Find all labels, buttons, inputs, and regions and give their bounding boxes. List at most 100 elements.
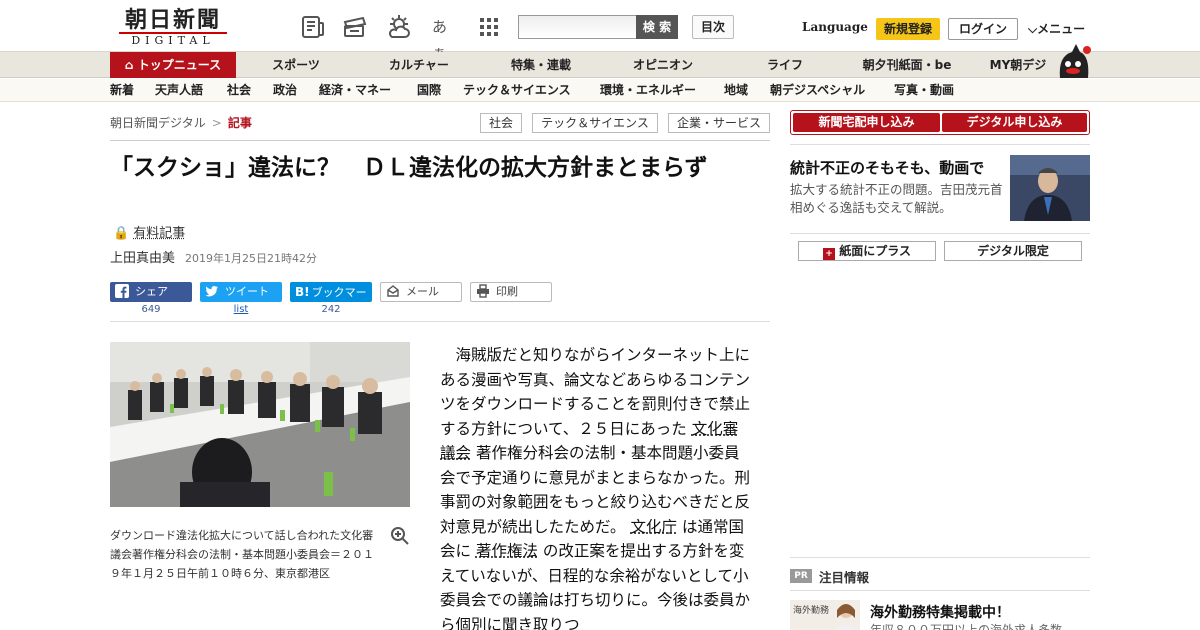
paper-plus-label: 紙面にプラス (839, 244, 911, 258)
mail-icon (387, 285, 399, 297)
logo-japanese: 朝日新聞 (124, 7, 221, 33)
divider (110, 321, 770, 322)
subnav-tech-science[interactable]: テック＆サイエンス (463, 79, 571, 102)
mascot-icon[interactable] (1056, 42, 1092, 78)
facebook-share-button[interactable]: シェア (110, 282, 192, 302)
promo-title[interactable]: 統計不正のそもそも、動画で (790, 157, 984, 178)
tag-tech-science[interactable]: テック＆サイエンス (532, 113, 658, 133)
promo-description: 拡大する統計不正の問題。吉田茂元首相めぐる逸話も交えて解説。 (790, 182, 1003, 215)
divider (790, 233, 1090, 234)
table-of-contents-button[interactable]: 目次 (692, 15, 734, 39)
cat-culture[interactable]: カルチャー (374, 52, 464, 78)
search-input[interactable] (518, 15, 636, 39)
byline: 上田真由美 2019年1月25日21時42分 (110, 247, 317, 266)
term-link-bunkacho[interactable]: 文化庁 (630, 518, 677, 536)
cat-newspaper-be[interactable]: 朝夕刊紙面・be (852, 52, 962, 78)
divider (790, 144, 1090, 145)
subnav-latest[interactable]: 新着 (110, 79, 134, 102)
digital-subscribe-button[interactable]: デジタル申し込み (942, 113, 1087, 132)
hatena-bookmark-button[interactable]: B! ブックマーク (290, 282, 372, 319)
subnav-politics[interactable]: 政治 (273, 79, 297, 102)
cat-life[interactable]: ライフ (752, 52, 818, 78)
menu-label: メニュー (1037, 22, 1086, 36)
twitter-list-link[interactable]: list (200, 304, 282, 315)
subnav-economy[interactable]: 経済・マネー (319, 79, 391, 102)
hatena-bookmark-icon: B! (295, 285, 310, 299)
breadcrumb-separator: > (211, 116, 222, 130)
article-photo[interactable] (110, 342, 410, 507)
subnav-special[interactable]: 朝デジスペシャル (770, 79, 865, 102)
zoom-icon[interactable] (390, 526, 410, 546)
divider (790, 557, 1090, 558)
tag-society[interactable]: 社会 (480, 113, 522, 133)
facebook-share-label: シェア (135, 285, 168, 298)
breadcrumb: 朝日新聞デジタル > 記事 (110, 114, 252, 131)
subscribe-box: 新聞宅配申し込み デジタル申し込み (790, 110, 1090, 135)
ad-subtitle: 年収８００万円以上の海外求人多数 (870, 623, 1063, 630)
cat-label: トップニュース (137, 58, 222, 72)
ticket-icon[interactable] (342, 14, 368, 40)
hatena-bookmark-count: 242 (321, 304, 341, 315)
cat-sports[interactable]: スポーツ (256, 52, 336, 78)
term-link-copyright-law[interactable]: 著作権法 (476, 542, 538, 560)
ad-thumbnail-text: 海外勤務 (793, 606, 830, 616)
pr-badge: PR (790, 569, 812, 583)
article-body: 海賊版だと知りながらインターネット上にある漫画や写真、論文などあらゆるコンテンツ… (440, 343, 750, 630)
cat-top-news[interactable]: ⌂ トップニュース (110, 52, 236, 78)
digital-only-button[interactable]: デジタル限定 (944, 241, 1082, 261)
breadcrumb-current: 記事 (227, 116, 252, 130)
print-label: 印刷 (496, 285, 518, 298)
promo-thumbnail[interactable] (1010, 155, 1090, 221)
subnav-region[interactable]: 地域 (724, 79, 748, 102)
breadcrumb-root[interactable]: 朝日新聞デジタル (110, 116, 206, 130)
newspaper-icon[interactable] (300, 14, 326, 40)
lock-icon: 🔒 (113, 226, 130, 241)
category-nav: ⌂ トップニュース スポーツ カルチャー 特集・連載 オピニオン ライフ 朝夕刊… (0, 52, 1200, 78)
subnav-society[interactable]: 社会 (227, 79, 251, 102)
mail-share-button[interactable]: メール (380, 282, 462, 302)
grid-menu-icon[interactable] (476, 14, 502, 40)
logo-english: DIGITAL (119, 32, 227, 48)
paper-plus-button[interactable]: + 紙面にプラス (798, 241, 936, 261)
site-header: 朝日新聞 DIGITAL あぁ 検 索 目次 Language 新規登録 ログイ… (0, 0, 1200, 62)
article-title: 「スクショ」違法に？ ＤＬ違法化の拡大方針まとまらず (110, 155, 708, 181)
login-button[interactable]: ログイン (948, 18, 1018, 40)
facebook-icon (115, 284, 129, 298)
font-size-icon[interactable]: あぁ (432, 14, 458, 62)
divider (790, 590, 1090, 591)
language-link[interactable]: Language (802, 20, 868, 34)
divider (110, 140, 770, 141)
menu-button[interactable]: ⌵メニュー (1028, 20, 1085, 37)
subnav-tenseijingo[interactable]: 天声人語 (155, 79, 203, 102)
photo-caption: ダウンロード違法化拡大について話し合われた文化審議会著作権分科会の法制・基本問題… (110, 529, 374, 580)
cat-features[interactable]: 特集・連載 (496, 52, 586, 78)
search-button[interactable]: 検 索 (636, 15, 678, 39)
sub-nav: 新着 天声人語 社会 政治 経済・マネー 国際 テック＆サイエンス 環境・エネル… (0, 79, 1200, 102)
cat-my-asahi[interactable]: MY朝デジ (980, 52, 1056, 78)
subnav-international[interactable]: 国際 (417, 79, 441, 102)
home-icon: ⌂ (124, 58, 138, 72)
facebook-share-count: 649 (141, 304, 161, 315)
chevron-down-icon: ⌵ (1028, 22, 1038, 36)
twitter-tweet-label: ツイート (225, 285, 269, 298)
plus-logo-icon: + (823, 248, 836, 260)
paid-article-badge: 🔒 有料記事 (113, 222, 185, 241)
twitter-tweet-button[interactable]: ツイート (200, 282, 282, 302)
ad-title[interactable]: 海外勤務特集掲載中！ (870, 602, 1010, 622)
ad-thumbnail[interactable]: 海外勤務 (790, 600, 860, 630)
publish-date: 2019年1月25日21時42分 (185, 252, 317, 265)
register-button[interactable]: 新規登録 (876, 18, 940, 40)
newspaper-subscribe-button[interactable]: 新聞宅配申し込み (793, 113, 940, 132)
subnav-environment[interactable]: 環境・エネルギー (600, 79, 696, 102)
asahi-digital-logo[interactable]: 朝日新聞 DIGITAL (113, 8, 233, 48)
paid-label[interactable]: 有料記事 (133, 226, 185, 241)
printer-icon (477, 284, 489, 298)
mail-share-label: メール (406, 285, 439, 298)
pr-heading: 注目情報 (819, 570, 870, 585)
tag-business[interactable]: 企業・サービス (668, 113, 770, 133)
subnav-photo-video[interactable]: 写真・動画 (894, 79, 954, 102)
weather-icon[interactable] (386, 14, 412, 40)
cat-opinion[interactable]: オピニオン (618, 52, 708, 78)
twitter-icon (205, 286, 218, 297)
print-button[interactable]: 印刷 (470, 282, 552, 302)
